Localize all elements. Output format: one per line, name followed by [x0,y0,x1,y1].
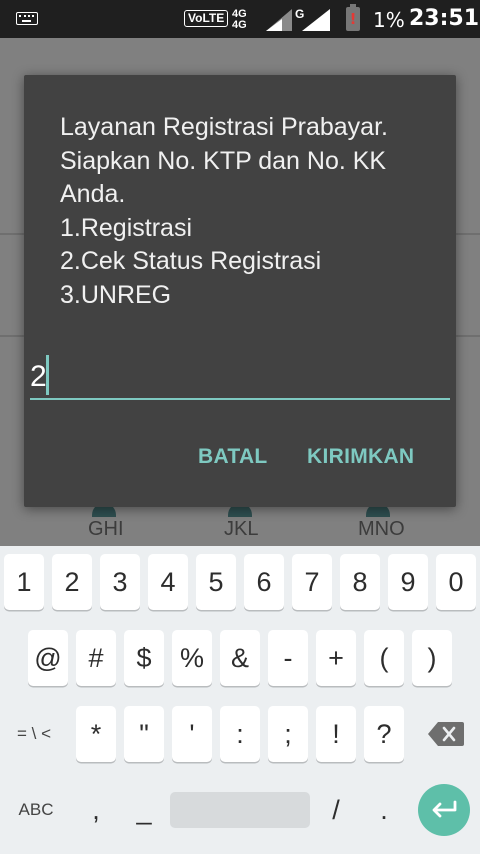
message-line: 2.Cek Status Registrasi [60,247,322,275]
text-caret [46,355,49,395]
key-slash[interactable]: / [316,782,356,838]
reply-input-value: 2 [30,360,47,393]
key-exclamation[interactable]: ! [316,706,356,762]
key-question[interactable]: ? [364,706,404,762]
status-bar: VoLTE 4G 4G G ! 1% 23:51 [0,0,480,38]
key-6[interactable]: 6 [244,554,284,610]
key-plus[interactable]: + [316,630,356,686]
key-5[interactable]: 5 [196,554,236,610]
input-underline [30,398,450,400]
key-at[interactable]: @ [28,630,68,686]
key-comma[interactable]: , [76,782,116,838]
send-button[interactable]: KIRIMKAN [307,445,414,469]
message-line: 3.UNREG [60,280,172,309]
message-line: Anda. [60,180,126,208]
cancel-button[interactable]: BATAL [198,445,268,469]
key-asterisk[interactable]: * [76,706,116,762]
ussd-dialog: Layanan Registrasi Prabayar. Siapkan No.… [24,75,456,507]
keyboard-icon [16,12,38,25]
key-percent[interactable]: % [172,630,212,686]
key-7[interactable]: 7 [292,554,332,610]
reply-input[interactable]: 2 [30,355,450,403]
enter-icon [432,800,457,818]
signal-icon [266,9,292,31]
message-line: Siapkan No. KTP dan No. KK [60,146,387,175]
key-0[interactable]: 0 [436,554,476,610]
key-apostrophe[interactable]: ' [172,706,212,762]
key-9[interactable]: 9 [388,554,428,610]
clock: 23:51 [409,6,480,31]
key-underscore[interactable]: _ [124,782,164,838]
key-double-quote[interactable]: " [124,706,164,762]
key-3[interactable]: 3 [100,554,140,610]
space-key[interactable] [170,792,310,828]
volte-badge: VoLTE [184,10,229,27]
key-hash[interactable]: # [76,630,116,686]
key-colon[interactable]: : [220,706,260,762]
abc-key[interactable]: ABC [4,782,68,838]
ussd-message: Layanan Registrasi Prabayar. Siapkan No.… [60,111,440,312]
key-8[interactable]: 8 [340,554,380,610]
key-dollar[interactable]: $ [124,630,164,686]
dialer-key-jkl: JKL [224,518,259,540]
key-1[interactable]: 1 [4,554,44,610]
message-line: 1.Registrasi [60,213,192,242]
key-ampersand[interactable]: & [220,630,260,686]
dialer-key-mno: MNO [358,518,405,540]
key-semicolon[interactable]: ; [268,706,308,762]
key-paren-open[interactable]: ( [364,630,404,686]
more-symbols-key[interactable]: = \ < [4,706,64,762]
dialer-key-ghi: GHI [88,518,124,540]
key-period[interactable]: . [364,782,404,838]
key-minus[interactable]: - [268,630,308,686]
signal-icon [302,9,330,31]
message-line: Layanan Registrasi Prabayar. [60,113,388,141]
backspace-key[interactable] [420,706,472,762]
battery-warning-icon: ! [349,10,357,28]
key-2[interactable]: 2 [52,554,92,610]
key-4[interactable]: 4 [148,554,188,610]
battery-icon: ! [346,4,360,31]
enter-key[interactable] [418,784,470,836]
battery-percent: 1% [373,8,405,32]
key-paren-close[interactable]: ) [412,630,452,686]
symbol-keyboard: 1 2 3 4 5 6 7 8 9 0 @ # $ % & - + ( ) = … [0,546,480,854]
backspace-icon [428,722,464,746]
